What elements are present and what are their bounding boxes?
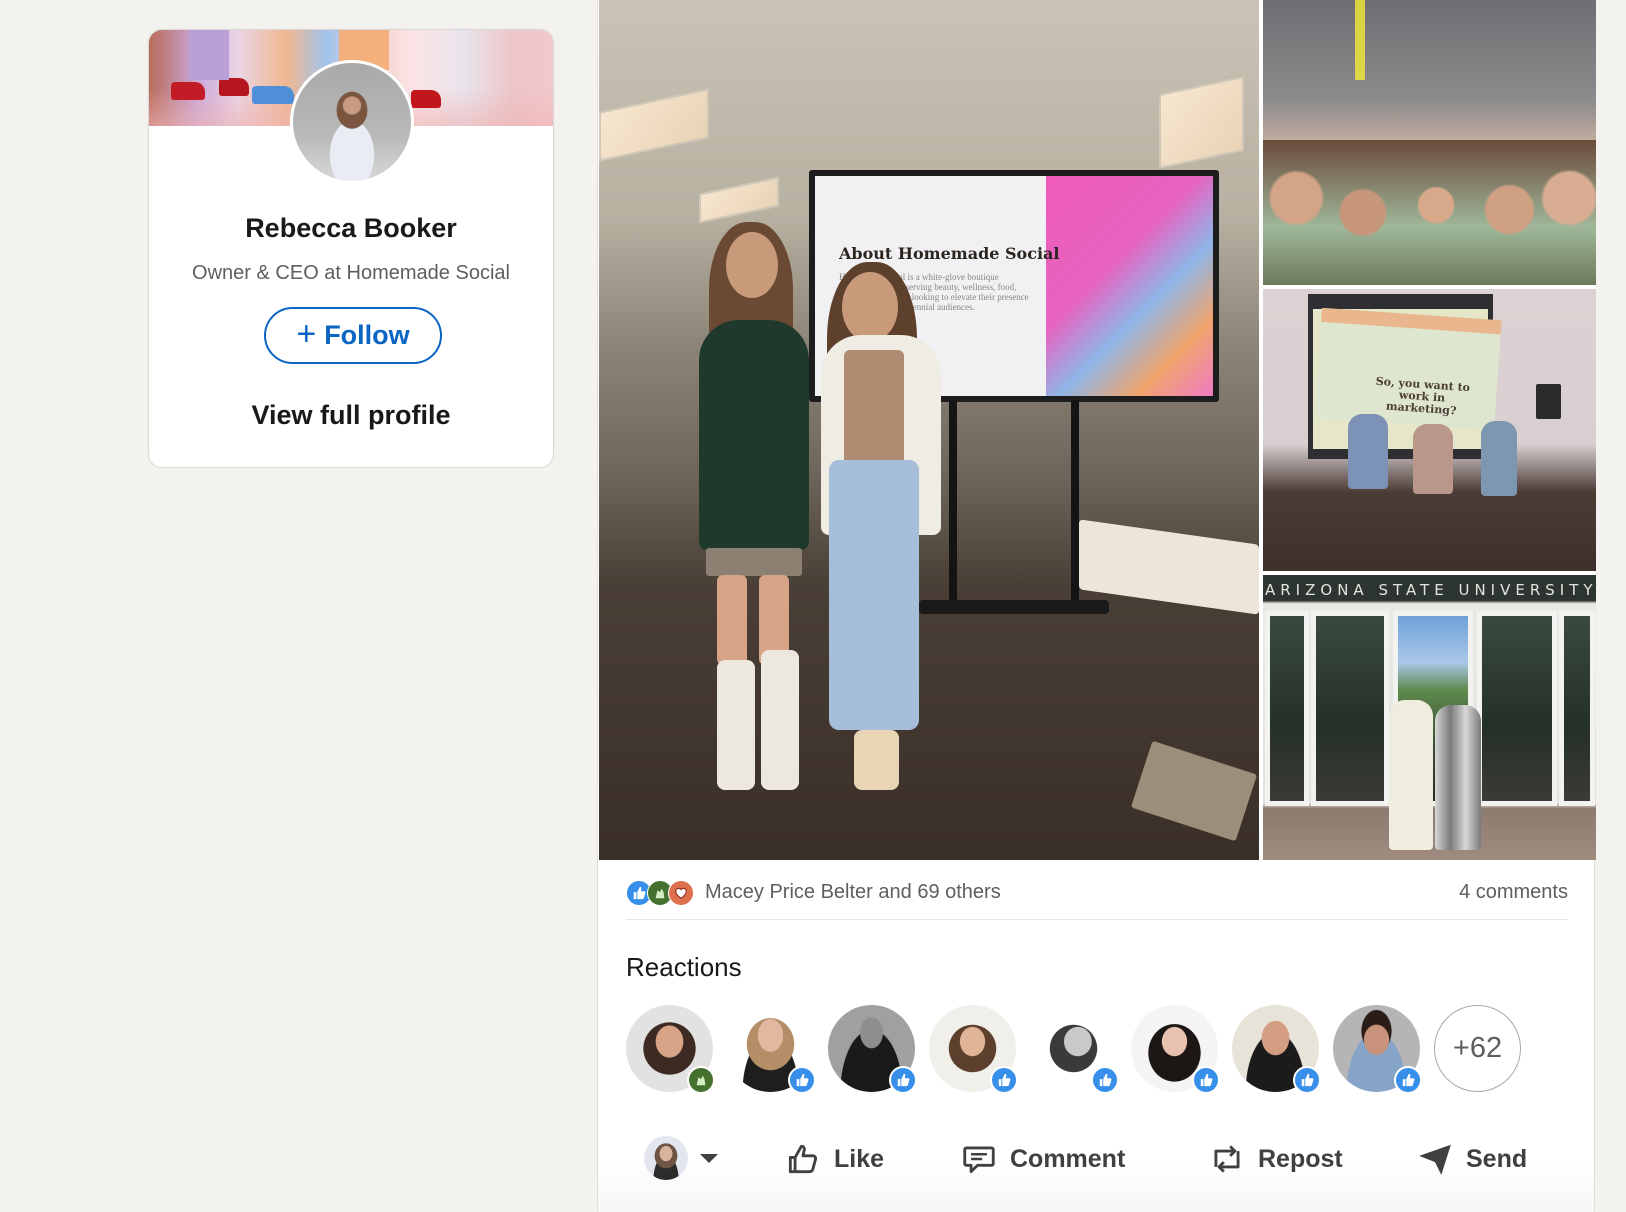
send-icon bbox=[1419, 1144, 1451, 1175]
asu-entrance-photo[interactable]: ARIZONA STATE UNIVERSITY bbox=[1263, 575, 1596, 860]
send-label: Send bbox=[1466, 1144, 1528, 1173]
door bbox=[1265, 611, 1309, 806]
person-leg bbox=[717, 575, 747, 665]
social-counts-bar: Macey Price Belter and 69 others 4 comme… bbox=[626, 872, 1568, 920]
love-icon bbox=[668, 879, 694, 906]
tv-stand bbox=[949, 400, 1079, 610]
reactions-title: Reactions bbox=[626, 952, 742, 982]
like-icon bbox=[1192, 1066, 1220, 1094]
reactors-row: +62 bbox=[626, 1005, 1521, 1094]
reaction-summary[interactable]: Macey Price Belter and 69 others bbox=[626, 879, 1001, 906]
reactor-avatar[interactable] bbox=[1333, 1005, 1422, 1094]
panelist bbox=[1348, 414, 1388, 489]
comments-count[interactable]: 4 comments bbox=[1459, 881, 1568, 904]
photo-grid: About Homemade Social Homemade Social is… bbox=[599, 0, 1596, 860]
slide-image bbox=[1045, 176, 1213, 396]
follow-button[interactable]: + Follow bbox=[264, 307, 442, 364]
reactor-avatar[interactable] bbox=[929, 1005, 1018, 1094]
ceiling-light bbox=[599, 88, 709, 162]
ceiling-light bbox=[699, 176, 779, 224]
person-head bbox=[726, 232, 778, 298]
reactor-avatar[interactable] bbox=[828, 1005, 917, 1094]
reactor-avatar[interactable] bbox=[1131, 1005, 1220, 1094]
view-full-profile-link[interactable]: View full profile bbox=[149, 400, 553, 431]
like-label: Like bbox=[834, 1144, 885, 1173]
celebrate-icon bbox=[687, 1066, 715, 1094]
follow-label: Follow bbox=[324, 320, 410, 350]
ceiling-light bbox=[1159, 75, 1244, 170]
light-beam bbox=[1355, 0, 1365, 80]
repost-label: Repost bbox=[1258, 1144, 1343, 1173]
reactor-avatar[interactable] bbox=[626, 1005, 715, 1094]
like-icon bbox=[990, 1066, 1018, 1094]
person-jeans bbox=[829, 460, 919, 730]
profile-name[interactable]: Rebecca Booker bbox=[149, 213, 553, 244]
tv-stand-base bbox=[919, 600, 1109, 614]
reactor-avatar[interactable] bbox=[727, 1005, 816, 1094]
person-boot bbox=[761, 650, 799, 790]
panelist bbox=[1413, 424, 1453, 494]
person-shoe bbox=[854, 730, 899, 790]
banner-detail bbox=[189, 30, 229, 80]
like-icon bbox=[788, 1066, 816, 1094]
post-card: About Homemade Social Homemade Social is… bbox=[597, 0, 1596, 1212]
speaker bbox=[1536, 384, 1561, 419]
current-user-avatar bbox=[644, 1136, 688, 1180]
reactors-text[interactable]: Macey Price Belter and 69 others bbox=[705, 881, 1001, 904]
group-photo[interactable] bbox=[1263, 0, 1596, 285]
like-icon bbox=[1394, 1066, 1422, 1094]
comment-button[interactable]: Comment bbox=[960, 1136, 1125, 1182]
person-body bbox=[699, 320, 809, 550]
banner-detail bbox=[171, 82, 205, 100]
profile-avatar[interactable] bbox=[290, 60, 414, 184]
reactor-avatar[interactable] bbox=[1232, 1005, 1321, 1094]
action-bar: Like Comment Repost Send bbox=[598, 1118, 1594, 1212]
building-sign: ARIZONA STATE UNIVERSITY bbox=[1265, 581, 1596, 599]
reactor-avatar[interactable] bbox=[1030, 1005, 1119, 1094]
repost-button[interactable]: Repost bbox=[1208, 1136, 1343, 1182]
plus-icon: + bbox=[296, 314, 317, 353]
person-top bbox=[844, 350, 904, 470]
repost-icon bbox=[1214, 1145, 1240, 1173]
like-icon bbox=[1293, 1066, 1321, 1094]
thumbs-up-icon bbox=[788, 1144, 818, 1174]
panel-photo[interactable]: So, you want to work in marketing? bbox=[1263, 289, 1596, 571]
profile-card: Rebecca Booker Owner & CEO at Homemade S… bbox=[148, 29, 554, 468]
caret-down-icon bbox=[700, 1153, 718, 1163]
slide-title: About Homemade Social bbox=[839, 244, 1060, 263]
door bbox=[1477, 611, 1557, 806]
main-photo[interactable]: About Homemade Social Homemade Social is… bbox=[599, 0, 1259, 860]
panelist bbox=[1481, 421, 1517, 496]
send-button[interactable]: Send bbox=[1416, 1136, 1527, 1182]
actor-switcher[interactable] bbox=[644, 1136, 718, 1180]
like-icon bbox=[1091, 1066, 1119, 1094]
door bbox=[1311, 611, 1389, 806]
banner-detail bbox=[411, 90, 441, 108]
door bbox=[1559, 611, 1595, 806]
like-icon bbox=[889, 1066, 917, 1094]
more-reactors-button[interactable]: +62 bbox=[1434, 1005, 1521, 1092]
person bbox=[1435, 705, 1481, 850]
group-people bbox=[1263, 140, 1596, 285]
comment-label: Comment bbox=[1010, 1144, 1126, 1173]
person-skirt bbox=[706, 548, 802, 576]
comment-icon bbox=[963, 1146, 995, 1174]
person-boot bbox=[717, 660, 755, 790]
banner-detail bbox=[252, 86, 294, 104]
person bbox=[1389, 700, 1433, 850]
like-button[interactable]: Like bbox=[784, 1136, 884, 1182]
banner-detail bbox=[219, 78, 249, 96]
profile-headline: Owner & CEO at Homemade Social bbox=[192, 262, 510, 284]
panel-slide-text: So, you want to work in marketing? bbox=[1375, 374, 1471, 418]
floor-plate bbox=[1130, 740, 1258, 842]
person-head bbox=[842, 272, 898, 342]
